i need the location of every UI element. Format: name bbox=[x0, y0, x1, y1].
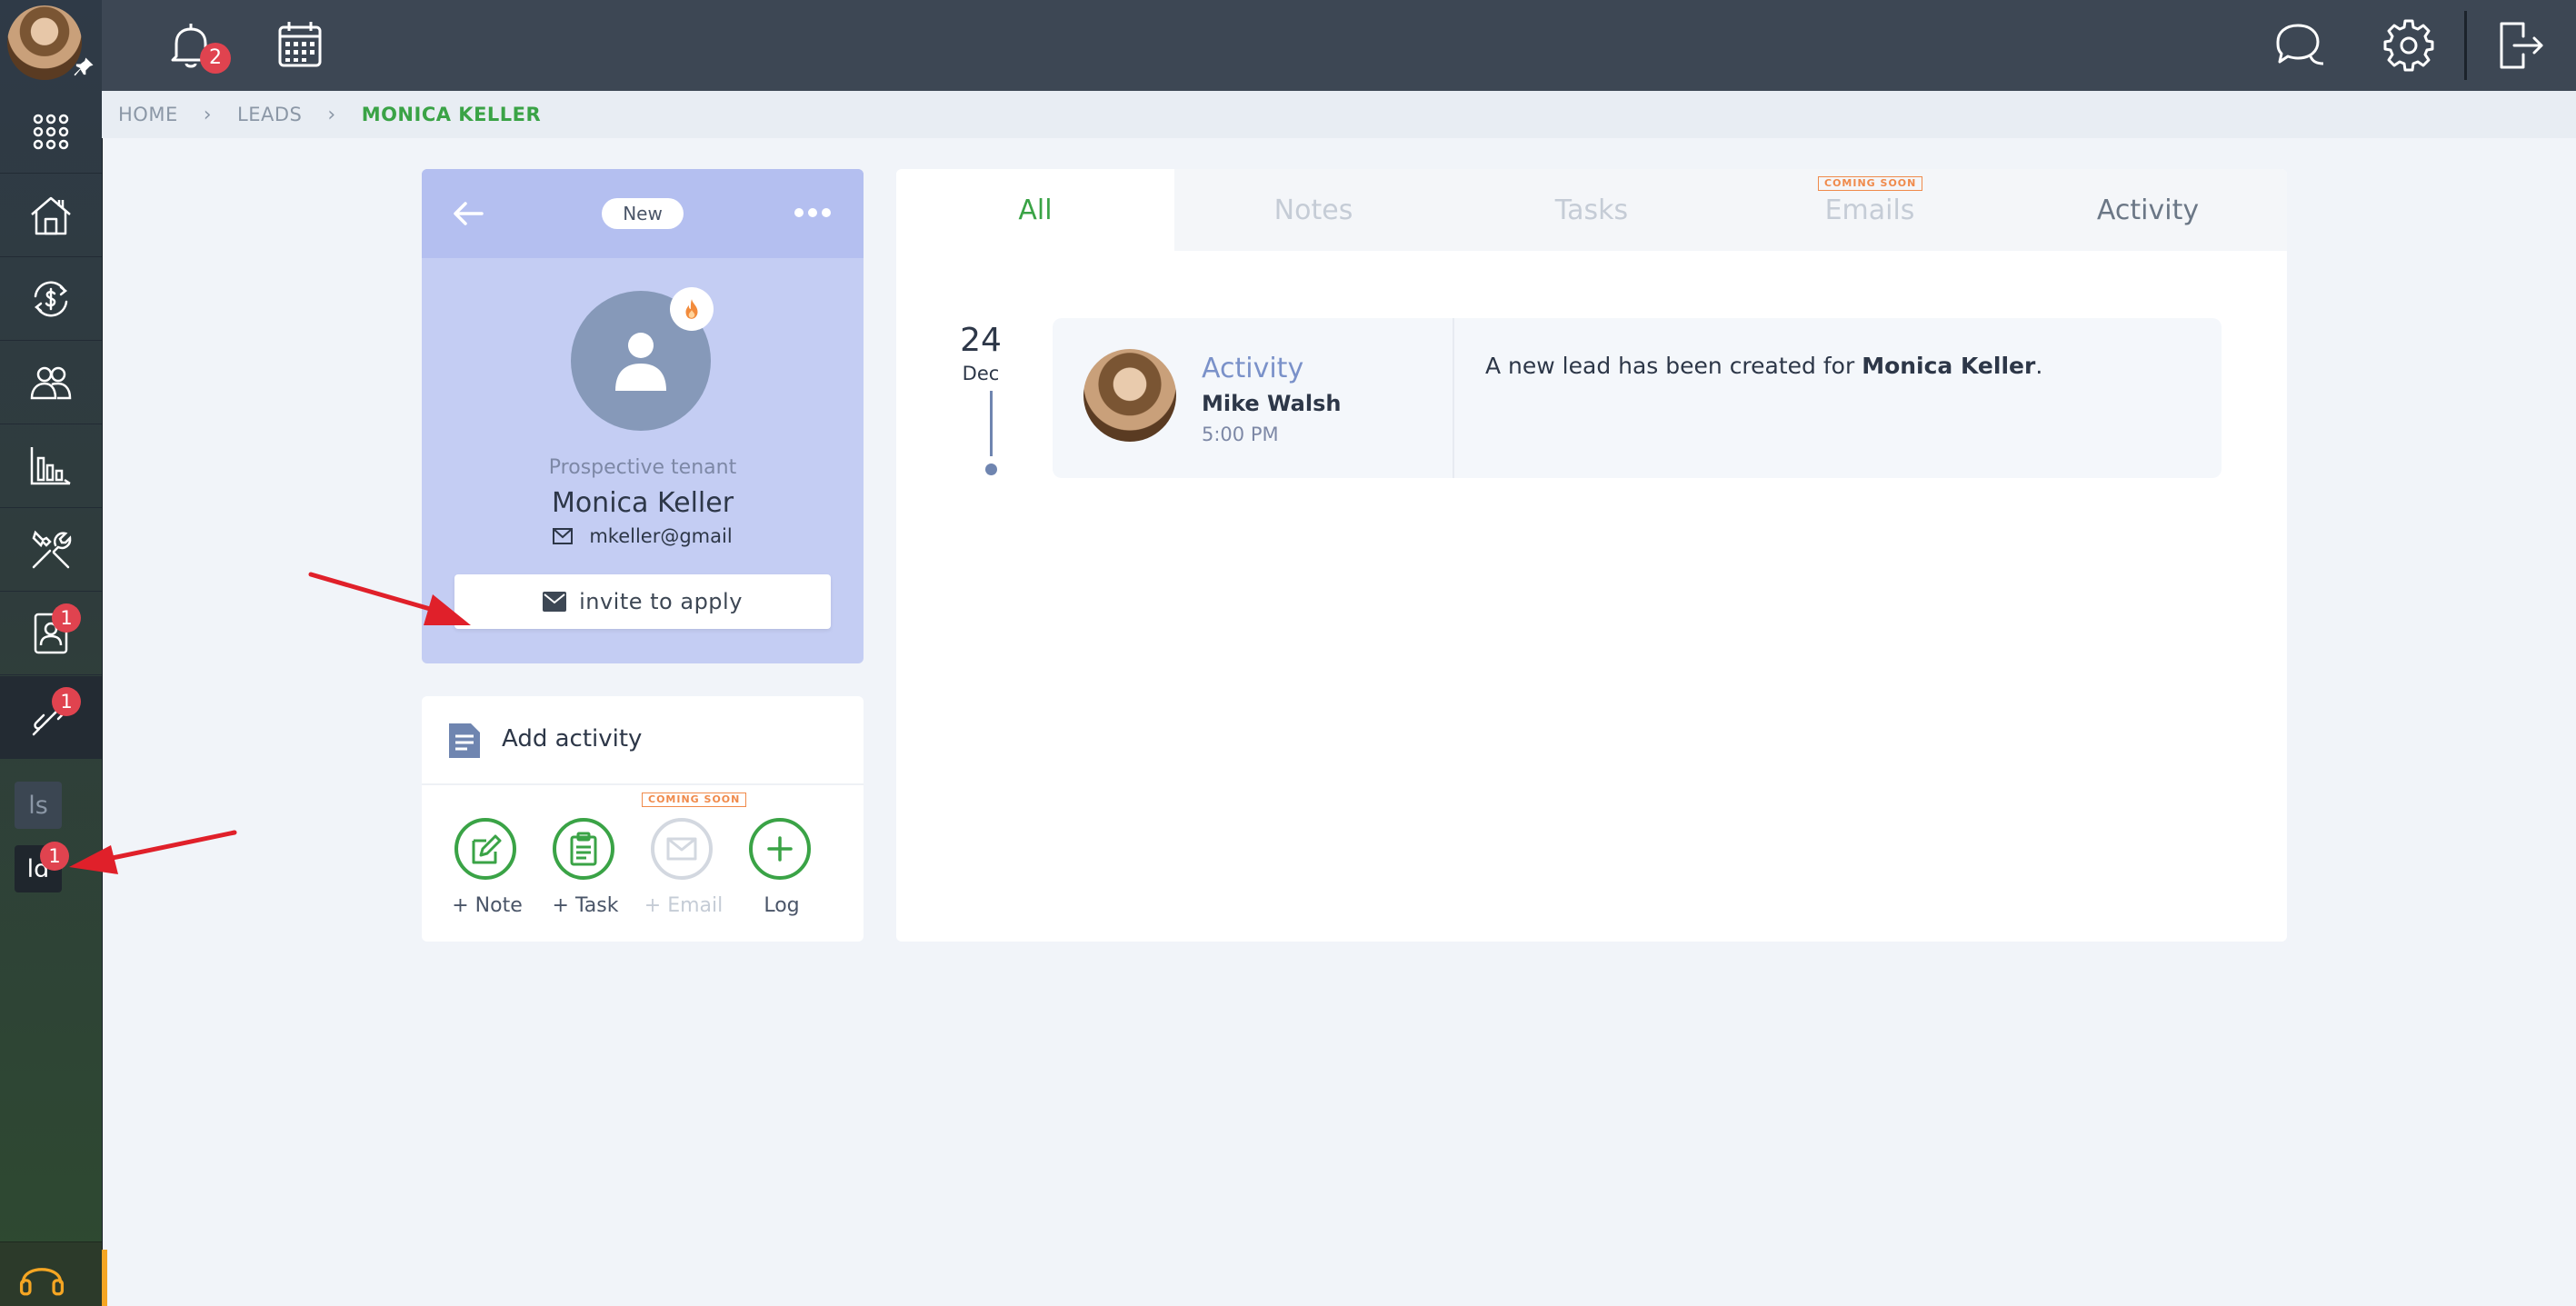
add-note-circle bbox=[454, 818, 516, 880]
email-coming-soon-tag: COMING SOON bbox=[642, 793, 747, 807]
entry-message-name: Monica Keller bbox=[1862, 353, 2036, 379]
lead-card-header: New bbox=[422, 169, 864, 258]
sidebar-item-leads[interactable]: 1 bbox=[0, 676, 102, 759]
sidebar-item-properties[interactable] bbox=[0, 174, 102, 257]
user-placeholder-icon bbox=[615, 333, 666, 391]
more-options-icon[interactable] bbox=[791, 202, 834, 224]
leasing-badge: 1 bbox=[52, 603, 81, 633]
support-button[interactable] bbox=[0, 1241, 107, 1306]
reports-icon bbox=[30, 447, 71, 485]
logout-icon[interactable] bbox=[2491, 16, 2549, 75]
breadcrumb-current: MONICA KELLER bbox=[361, 104, 542, 125]
invite-to-apply-button[interactable]: invite to apply bbox=[454, 574, 831, 629]
lead-name: Monica Keller bbox=[551, 487, 734, 519]
chevron-right-icon: › bbox=[203, 103, 213, 126]
gear-icon[interactable] bbox=[2380, 16, 2438, 75]
log-label: Log bbox=[764, 894, 800, 917]
pin-icon[interactable] bbox=[71, 55, 96, 80]
leads-badge: 1 bbox=[52, 687, 81, 716]
accounting-icon bbox=[34, 281, 68, 317]
properties-icon bbox=[31, 196, 71, 235]
tab-tasks[interactable]: Tasks bbox=[1453, 169, 1731, 251]
breadcrumb-home[interactable]: HOME bbox=[118, 104, 178, 125]
add-task-label: + Task bbox=[552, 894, 619, 917]
activity-tabs: All Notes Tasks Emails Activity COMING S… bbox=[896, 169, 2287, 251]
entry-message-prefix: A new lead has been created for bbox=[1485, 353, 1862, 379]
timeline-panel: All Notes Tasks Emails Activity COMING S… bbox=[896, 169, 2287, 942]
sidebar-item-apps[interactable] bbox=[0, 91, 102, 174]
log-button[interactable]: Log bbox=[733, 818, 831, 927]
entry-divider bbox=[1453, 318, 1454, 478]
topbar-separator bbox=[2464, 11, 2467, 80]
add-task-circle bbox=[553, 818, 614, 880]
headset-icon bbox=[19, 1268, 65, 1296]
sidebar-mini-ls-label: ls bbox=[28, 791, 48, 820]
add-note-button[interactable]: + Note bbox=[438, 818, 536, 927]
chevron-right-icon: › bbox=[327, 103, 336, 126]
sidebar-item-reports[interactable] bbox=[0, 425, 102, 508]
envelope-icon bbox=[543, 592, 567, 612]
entry-message: A new lead has been created for Monica K… bbox=[1485, 353, 2042, 379]
lead-email: mkeller@gmail bbox=[589, 525, 733, 547]
note-icon bbox=[472, 834, 502, 864]
people-icon bbox=[30, 366, 72, 400]
log-circle bbox=[749, 818, 811, 880]
entry-type: Activity bbox=[1202, 353, 1304, 384]
sidebar: 1 1 ls ld 1 bbox=[0, 0, 107, 1306]
support-edge-indicator bbox=[102, 1250, 107, 1306]
annotation-arrow-invite bbox=[308, 572, 471, 625]
add-note-label: + Note bbox=[452, 894, 523, 917]
sidebar-item-accounting[interactable] bbox=[0, 258, 102, 341]
add-email-label: + Email bbox=[644, 894, 724, 917]
apps-icon bbox=[33, 114, 69, 150]
tab-notes[interactable]: Notes bbox=[1174, 169, 1453, 251]
clipboard-icon bbox=[570, 832, 597, 866]
chat-icon[interactable] bbox=[2271, 16, 2329, 75]
timeline-month: Dec bbox=[962, 363, 1000, 384]
plus-icon bbox=[767, 836, 793, 862]
invite-to-apply-label: invite to apply bbox=[579, 589, 743, 614]
maintenance-icon bbox=[32, 530, 72, 569]
add-activity-card: Add activity + Note + Task + Email COMIN… bbox=[422, 696, 864, 942]
timeline-day: 24 bbox=[960, 322, 1002, 359]
entry-author: Mike Walsh bbox=[1202, 391, 1342, 416]
add-task-button[interactable]: + Task bbox=[536, 818, 634, 927]
timeline-line bbox=[990, 391, 993, 456]
document-icon bbox=[449, 723, 480, 758]
lead-card: New Prospective tenant Monica Keller mke… bbox=[422, 169, 864, 663]
sidebar-item-leasing[interactable]: 1 bbox=[0, 593, 102, 675]
calendar-icon[interactable] bbox=[271, 16, 329, 75]
lead-status-badge: New bbox=[602, 198, 684, 229]
add-email-circle bbox=[651, 818, 713, 880]
breadcrumb: HOME › LEADS › MONICA KELLER bbox=[102, 91, 2576, 138]
emails-coming-soon-tag: COMING SOON bbox=[1818, 176, 1923, 191]
envelope-icon bbox=[666, 837, 697, 861]
timeline-dot bbox=[985, 464, 997, 475]
timeline-entry: Activity Mike Walsh 5:00 PM A new lead h… bbox=[1053, 318, 2222, 478]
entry-message-suffix: . bbox=[2035, 353, 2043, 379]
add-activity-header: Add activity bbox=[422, 696, 864, 785]
top-bar: 2 bbox=[102, 0, 2576, 91]
timeline-date: 24 Dec bbox=[960, 322, 1002, 384]
sidebar-item-people[interactable] bbox=[0, 342, 102, 424]
author-avatar bbox=[1083, 349, 1176, 442]
hot-lead-indicator bbox=[670, 287, 714, 331]
notifications-badge: 2 bbox=[200, 43, 231, 74]
add-email-button: + Email bbox=[634, 818, 733, 927]
flame-icon bbox=[685, 299, 698, 319]
sidebar-item-maintenance[interactable] bbox=[0, 509, 102, 592]
tab-activity[interactable]: Activity bbox=[2009, 169, 2287, 251]
envelope-outline-icon bbox=[553, 528, 574, 544]
lead-email-row[interactable]: mkeller@gmail bbox=[422, 525, 864, 547]
lead-role: Prospective tenant bbox=[548, 456, 737, 479]
add-activity-title: Add activity bbox=[502, 725, 643, 753]
annotation-arrow-sidebar bbox=[69, 830, 237, 874]
tab-all[interactable]: All bbox=[896, 169, 1174, 251]
arrow-left-icon[interactable] bbox=[449, 194, 487, 233]
breadcrumb-leads[interactable]: LEADS bbox=[237, 104, 302, 125]
entry-time: 5:00 PM bbox=[1202, 424, 1279, 445]
